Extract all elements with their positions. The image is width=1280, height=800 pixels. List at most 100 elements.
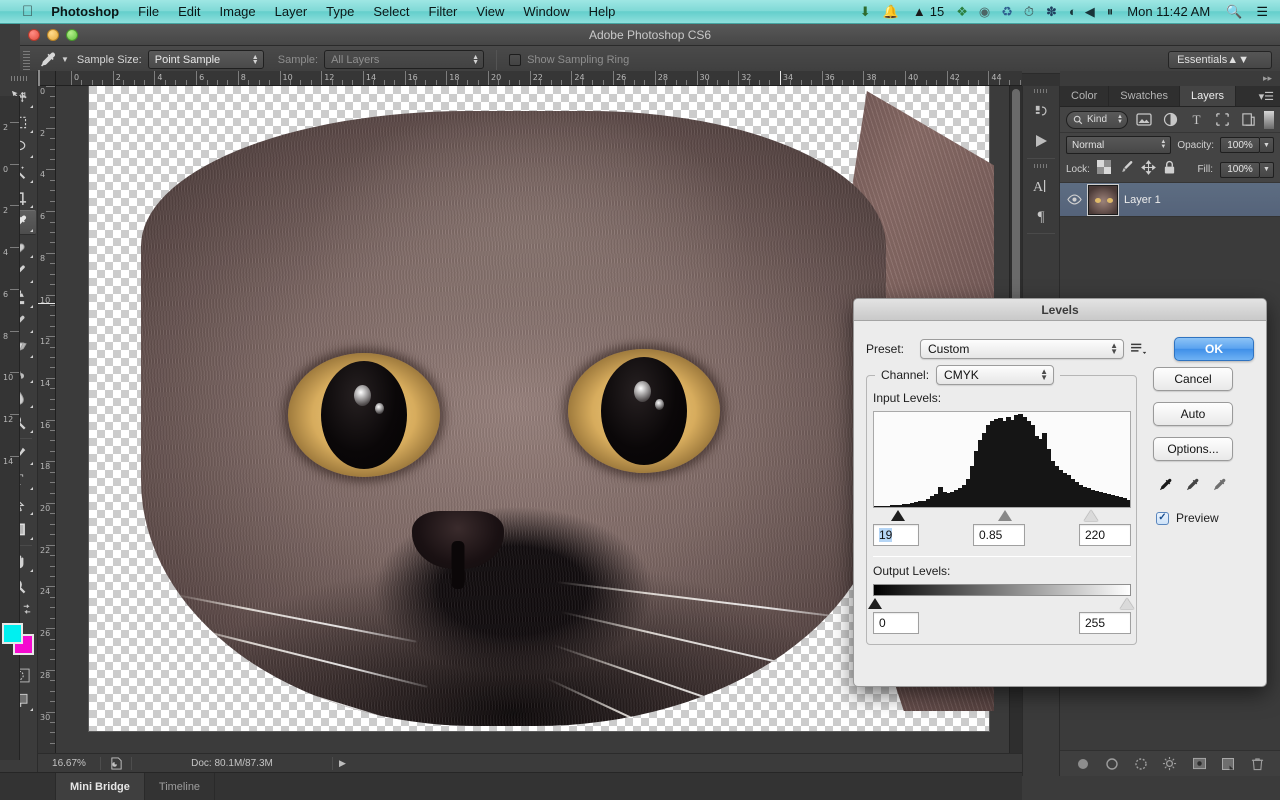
filter-toggle-icon[interactable] <box>1264 111 1274 129</box>
shape-layer-filter-icon[interactable] <box>1212 111 1232 129</box>
character-icon[interactable]: A <box>1023 171 1059 201</box>
preset-options-icon[interactable] <box>1124 343 1152 356</box>
volume-icon[interactable]: ◀ <box>1085 5 1095 18</box>
menu-item-photoshop[interactable]: Photoshop <box>51 4 119 19</box>
input-gamma-field[interactable]: 0.85 <box>973 524 1025 546</box>
page-icon[interactable] <box>101 757 131 770</box>
layer-thumbnail[interactable] <box>1088 185 1118 215</box>
output-white-field[interactable]: 255 <box>1079 612 1131 634</box>
layer-row-layer-1[interactable]: Layer 1 <box>1060 183 1280 217</box>
lock-position-icon[interactable] <box>1141 160 1156 180</box>
set-white-point-eyedropper-icon[interactable] <box>1210 477 1227 499</box>
channel-select[interactable]: CMYK ▲▼ <box>936 365 1054 385</box>
dock-grip[interactable] <box>1023 86 1059 96</box>
collapse-panels-icon[interactable]: ▸▸ <box>1263 73 1272 84</box>
input-highlight-field[interactable]: 220 <box>1079 524 1131 546</box>
ok-button[interactable]: OK <box>1174 337 1254 361</box>
new-adjustment-layer-icon[interactable] <box>1161 755 1179 773</box>
zoom-level[interactable]: 16.67% <box>38 758 100 769</box>
menu-item-edit[interactable]: Edit <box>178 4 200 19</box>
input-levels-slider[interactable] <box>873 508 1131 522</box>
history-icon[interactable] <box>1023 96 1059 126</box>
dock-grip[interactable] <box>1023 161 1059 171</box>
menubar-clock[interactable]: Mon 11:42 AM <box>1127 4 1210 19</box>
smart-object-filter-icon[interactable] <box>1238 111 1258 129</box>
output-black-handle[interactable] <box>868 598 882 609</box>
output-white-handle[interactable] <box>1120 598 1134 609</box>
cancel-button[interactable]: Cancel <box>1153 367 1233 391</box>
foreground-color-swatch[interactable] <box>2 623 23 644</box>
zoom-window-button[interactable] <box>66 29 78 41</box>
pixel-layer-filter-icon[interactable] <box>1134 111 1154 129</box>
blend-mode-select[interactable]: Normal ▲▼ <box>1066 136 1171 154</box>
minimize-window-button[interactable] <box>47 29 59 41</box>
wifi-icon[interactable]: ◐ <box>1069 5 1077 18</box>
menu-item-help[interactable]: Help <box>589 4 616 19</box>
set-gray-point-eyedropper-icon[interactable] <box>1183 477 1200 499</box>
auto-button[interactable]: Auto <box>1153 402 1233 426</box>
output-black-field[interactable]: 0 <box>873 612 919 634</box>
battery-icon[interactable]: ⏸ <box>1107 5 1114 18</box>
bluetooth-icon[interactable]: ✽ <box>1046 5 1057 18</box>
tab-swatches[interactable]: Swatches <box>1109 86 1180 106</box>
input-shadow-handle[interactable] <box>891 510 905 521</box>
dropbox-icon[interactable]: ❖ <box>956 5 968 18</box>
output-levels-slider[interactable] <box>873 596 1131 610</box>
layer-filter-kind-select[interactable]: Kind ▲▼ <box>1066 111 1128 129</box>
chevron-down-icon[interactable]: ▼ <box>1260 137 1274 153</box>
preview-checkbox[interactable]: ✓ <box>1156 512 1169 525</box>
adjustment-layer-filter-icon[interactable] <box>1160 111 1180 129</box>
eyedropper-icon[interactable] <box>35 48 59 72</box>
status-menu-arrow-icon[interactable]: ▶ <box>339 758 346 769</box>
menu-item-type[interactable]: Type <box>326 4 354 19</box>
menu-item-filter[interactable]: Filter <box>429 4 458 19</box>
layer-style-icon[interactable] <box>1103 755 1121 773</box>
cc-icon[interactable]: ◉ <box>979 5 990 18</box>
tab-layers[interactable]: Layers <box>1180 86 1236 106</box>
tools-panel-grip[interactable] <box>0 71 37 85</box>
menu-item-window[interactable]: Window <box>523 4 569 19</box>
set-black-point-eyedropper-icon[interactable] <box>1156 477 1173 499</box>
layer-mask-icon[interactable] <box>1132 755 1150 773</box>
menu-item-image[interactable]: Image <box>220 4 256 19</box>
fill-value[interactable]: 100% <box>1220 162 1260 178</box>
sample-select[interactable]: All Layers ▲▼ <box>324 50 484 69</box>
adobe-icon[interactable]: ▲ <box>913 5 926 18</box>
search-icon[interactable]: 🔍 <box>1226 5 1242 18</box>
show-sampling-ring-checkbox[interactable] <box>509 54 521 66</box>
menu-item-select[interactable]: Select <box>373 4 409 19</box>
menu-item-layer[interactable]: Layer <box>275 4 308 19</box>
ruler-corner[interactable] <box>38 71 56 86</box>
preset-select[interactable]: Custom ▲▼ <box>920 339 1124 359</box>
sample-size-select[interactable]: Point Sample ▲▼ <box>148 50 264 69</box>
lock-image-pixels-icon[interactable] <box>1118 160 1134 179</box>
lock-all-icon[interactable] <box>1163 160 1176 180</box>
opacity-value[interactable]: 100% <box>1220 137 1260 153</box>
options-bar-grip[interactable] <box>23 50 30 70</box>
preview-row[interactable]: ✓ Preview <box>1156 511 1233 525</box>
tab-timeline[interactable]: Timeline <box>145 773 215 800</box>
panel-menu-icon[interactable]: ▾☰ <box>1253 86 1280 106</box>
close-window-button[interactable] <box>28 29 40 41</box>
actions-play-icon[interactable] <box>1023 126 1059 156</box>
list-icon[interactable]: ☰ <box>1256 5 1268 18</box>
workspace-select[interactable]: Essentials ▲▼ <box>1168 51 1272 69</box>
layer-name[interactable]: Layer 1 <box>1124 194 1161 206</box>
input-shadow-field[interactable]: 19 <box>873 524 919 546</box>
vertical-ruler[interactable]: 02468101214161820222426283032 <box>38 86 56 776</box>
new-group-icon[interactable] <box>1190 755 1208 773</box>
chevron-down-icon[interactable]: ▼ <box>1260 162 1274 178</box>
levels-dialog[interactable]: Levels Preset: Custom ▲▼ OK <box>853 298 1267 687</box>
lock-transparent-pixels-icon[interactable] <box>1097 160 1111 179</box>
eye-icon[interactable] <box>1066 194 1082 205</box>
fill-control[interactable]: 100% ▼ <box>1220 162 1274 178</box>
menu-item-view[interactable]: View <box>476 4 504 19</box>
paragraph-icon[interactable]: ¶ <box>1023 201 1059 231</box>
download-icon[interactable]: ⬇ <box>860 5 871 18</box>
timemachine-icon[interactable]: ⏱ <box>1024 5 1034 18</box>
options-button[interactable]: Options... <box>1153 437 1233 461</box>
tool-preset-chevron-icon[interactable]: ▼ <box>61 55 69 64</box>
apple-icon[interactable]:  <box>22 4 33 19</box>
bell-icon[interactable]: 🔔 <box>883 5 899 18</box>
type-layer-filter-icon[interactable]: T <box>1186 111 1206 129</box>
